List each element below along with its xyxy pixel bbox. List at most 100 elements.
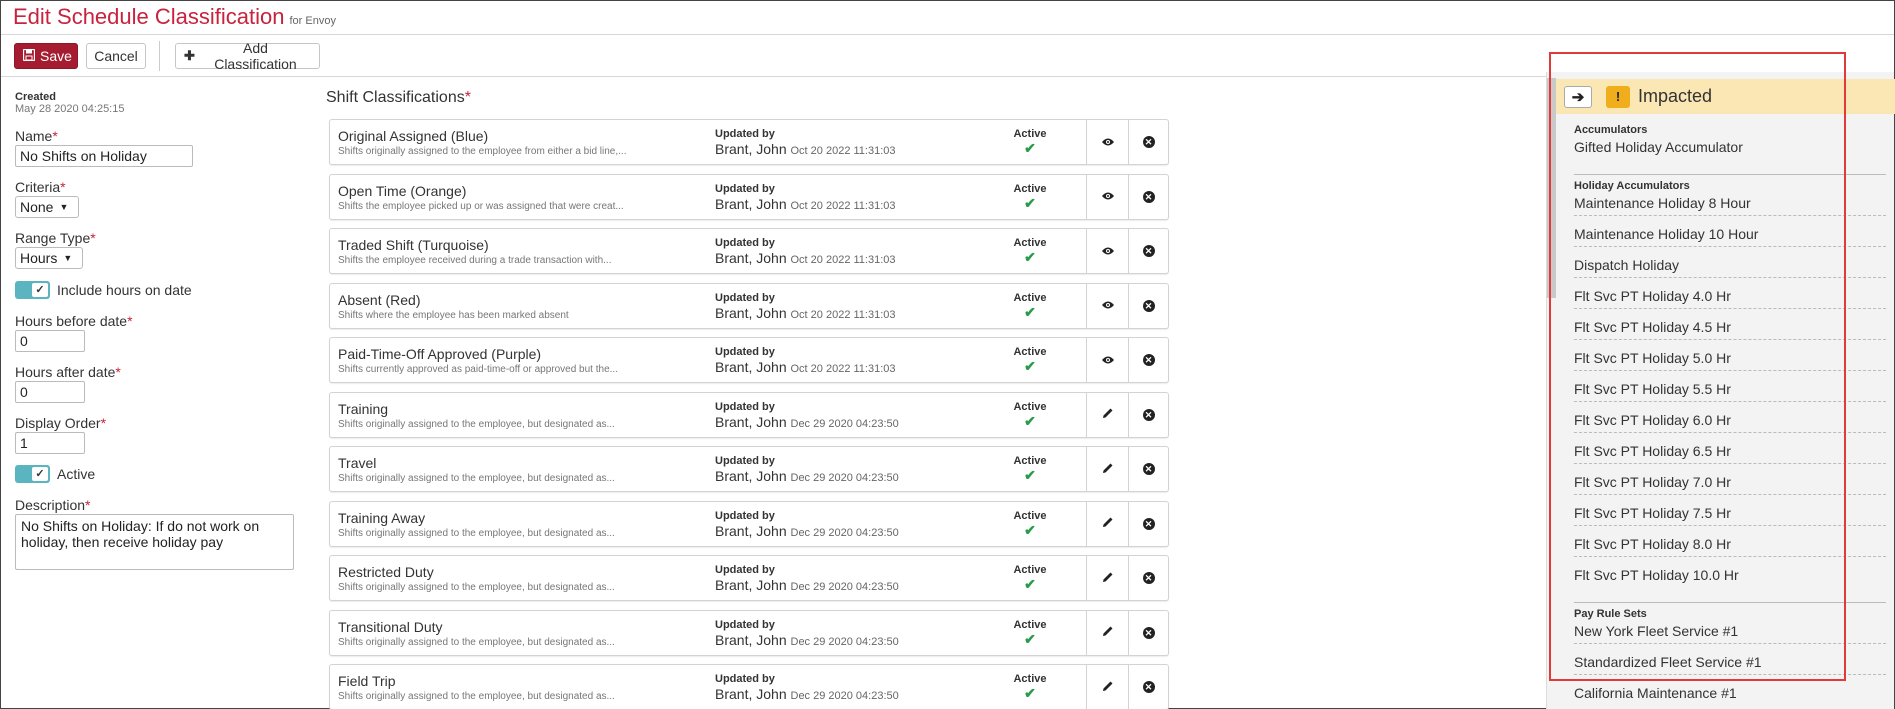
criteria-select[interactable]: None ▼ <box>15 196 79 218</box>
impacted-scrollbar[interactable] <box>1547 78 1556 298</box>
range-type-select-value: Hours <box>20 250 58 266</box>
required-mark: * <box>100 415 107 431</box>
edit-button[interactable] <box>1086 501 1128 546</box>
remove-button[interactable]: ✕ <box>1128 501 1168 546</box>
item-divider <box>1574 674 1886 675</box>
classification-row[interactable]: Transitional Duty Shifts originally assig… <box>329 609 1169 656</box>
updated-by-label: Updated by <box>715 182 775 195</box>
edit-button[interactable] <box>1086 447 1128 491</box>
updated-date: Oct 20 2022 11:31:03 <box>790 308 896 321</box>
impacted-item[interactable]: New York Fleet Service #1 <box>1574 623 1886 639</box>
impacted-item[interactable]: California Maintenance #1 <box>1574 685 1886 701</box>
impacted-item[interactable]: Flt Svc PT Holiday 7.5 Hr <box>1574 505 1886 521</box>
remove-button[interactable]: ✕ <box>1128 392 1168 437</box>
impacted-item[interactable]: Flt Svc PT Holiday 8.0 Hr <box>1574 536 1886 552</box>
name-label: Name* <box>15 128 58 144</box>
view-button[interactable] <box>1086 120 1128 164</box>
remove-button[interactable]: ✕ <box>1128 283 1168 328</box>
classification-row[interactable]: Traded Shift (Turquoise) Shifts the emplo… <box>329 228 1169 274</box>
required-mark: * <box>464 89 471 106</box>
item-divider <box>1574 401 1886 402</box>
remove-button[interactable]: ✕ <box>1128 338 1168 382</box>
description-label-text: Description <box>15 497 86 513</box>
include-hours-label: Include hours on date <box>57 282 192 298</box>
updated-date: Oct 20 2022 11:31:03 <box>790 363 896 375</box>
impacted-item[interactable]: Dispatch Holiday <box>1574 257 1886 273</box>
criteria-select-value: None <box>20 199 54 215</box>
edit-button[interactable] <box>1086 665 1128 709</box>
impacted-item[interactable]: Flt Svc PT Holiday 4.5 Hr <box>1574 319 1886 335</box>
edit-button[interactable] <box>1086 556 1128 600</box>
name-input[interactable]: No Shifts on Holiday <box>15 145 193 167</box>
hours-before-label: Hours before date* <box>15 313 133 329</box>
impacted-header: ➔ ! Impacted <box>1556 79 1895 114</box>
check-icon: ✔ <box>1024 521 1036 538</box>
classification-row[interactable]: Open Time (Orange) Shifts the employee pi… <box>329 173 1169 220</box>
classification-row[interactable]: Restricted Duty Shifts originally assigne… <box>329 555 1169 601</box>
classification-row[interactable]: Absent (Red) Shifts where the employee ha… <box>329 282 1169 329</box>
classification-row[interactable]: Training Away Shifts originally assigned … <box>329 500 1169 547</box>
item-divider <box>1574 370 1886 371</box>
edit-button[interactable] <box>1086 610 1128 655</box>
classification-row[interactable]: Original Assigned (Blue) Shifts originall… <box>329 119 1169 165</box>
remove-button[interactable]: ✕ <box>1128 556 1168 600</box>
impacted-item[interactable]: Flt Svc PT Holiday 5.5 Hr <box>1574 381 1886 397</box>
impacted-item[interactable]: Flt Svc PT Holiday 10.0 Hr <box>1574 567 1886 583</box>
add-classification-button[interactable]: ✚ Add Classification <box>175 40 320 72</box>
display-order-input[interactable]: 1 <box>15 432 85 454</box>
impacted-item[interactable]: Flt Svc PT Holiday 7.0 Hr <box>1574 474 1886 490</box>
classification-row[interactable]: Field Trip Shifts originally assigned to … <box>329 664 1169 709</box>
cancel-button[interactable]: Cancel <box>86 43 146 69</box>
circle-x-icon: ✕ <box>1142 299 1155 312</box>
impacted-item[interactable]: Flt Svc PT Holiday 4.0 Hr <box>1574 288 1886 304</box>
impacted-item[interactable]: Flt Svc PT Holiday 5.0 Hr <box>1574 350 1886 366</box>
updated-by-user: Brant, John <box>715 577 787 593</box>
impacted-section-label: Accumulators <box>1574 124 1648 136</box>
impacted-item[interactable]: Flt Svc PT Holiday 6.0 Hr <box>1574 412 1886 428</box>
hours-after-input[interactable]: 0 <box>15 381 85 403</box>
circle-x-icon: ✕ <box>1142 517 1155 530</box>
remove-button[interactable]: ✕ <box>1128 610 1168 655</box>
remove-button[interactable]: ✕ <box>1128 174 1168 219</box>
view-button[interactable] <box>1086 338 1128 382</box>
remove-button[interactable]: ✕ <box>1128 229 1168 273</box>
description-textarea[interactable]: No Shifts on Holiday: If do not work on … <box>15 514 294 570</box>
updated-by-value: Brant, John Oct 20 2022 11:31:03 <box>715 359 896 375</box>
impacted-item[interactable]: Standardized Fleet Service #1 <box>1574 654 1886 670</box>
range-type-select[interactable]: Hours ▼ <box>15 247 83 269</box>
updated-by-user: Brant, John <box>715 195 787 212</box>
classification-name: Training <box>338 400 389 417</box>
required-mark: * <box>60 179 66 195</box>
classification-description: Shifts currently approved as paid-time-o… <box>338 364 618 375</box>
view-button[interactable] <box>1086 229 1128 273</box>
updated-by-value: Brant, John Oct 20 2022 11:31:03 <box>715 141 896 157</box>
view-button[interactable] <box>1086 283 1128 328</box>
edit-button[interactable] <box>1086 392 1128 437</box>
classification-row[interactable]: Training Shifts originally assigned to th… <box>329 391 1169 438</box>
check-icon: ✔ <box>1024 630 1036 647</box>
impacted-item[interactable]: Flt Svc PT Holiday 6.5 Hr <box>1574 443 1886 459</box>
item-divider <box>1574 246 1886 247</box>
classification-row[interactable]: Paid-Time-Off Approved (Purple) Shifts cu… <box>329 337 1169 383</box>
chevron-down-icon: ▼ <box>59 202 69 212</box>
check-icon: ✔ <box>1024 249 1036 265</box>
include-hours-toggle[interactable]: ✓ <box>15 281 50 299</box>
warning-icon: ! <box>1606 85 1630 108</box>
circle-x-icon: ✕ <box>1142 408 1155 421</box>
remove-button[interactable]: ✕ <box>1128 665 1168 709</box>
updated-date: Oct 20 2022 11:31:03 <box>790 254 896 266</box>
save-button[interactable]: Save <box>14 43 78 69</box>
collapse-panel-button[interactable]: ➔ <box>1564 85 1592 108</box>
remove-button[interactable]: ✕ <box>1128 120 1168 164</box>
impacted-item[interactable]: Gifted Holiday Accumulator <box>1574 139 1886 155</box>
classification-row[interactable]: Travel Shifts originally assigned to the … <box>329 446 1169 492</box>
remove-button[interactable]: ✕ <box>1128 447 1168 491</box>
active-toggle[interactable]: ✓ <box>15 465 50 483</box>
impacted-item[interactable]: Maintenance Holiday 10 Hour <box>1574 226 1886 242</box>
item-divider <box>1574 643 1886 644</box>
eye-icon <box>1101 135 1115 150</box>
hours-before-input[interactable]: 0 <box>15 330 85 352</box>
impacted-item[interactable]: Maintenance Holiday 8 Hour <box>1574 195 1886 211</box>
view-button[interactable] <box>1086 174 1128 219</box>
updated-by-label: Updated by <box>715 237 775 249</box>
